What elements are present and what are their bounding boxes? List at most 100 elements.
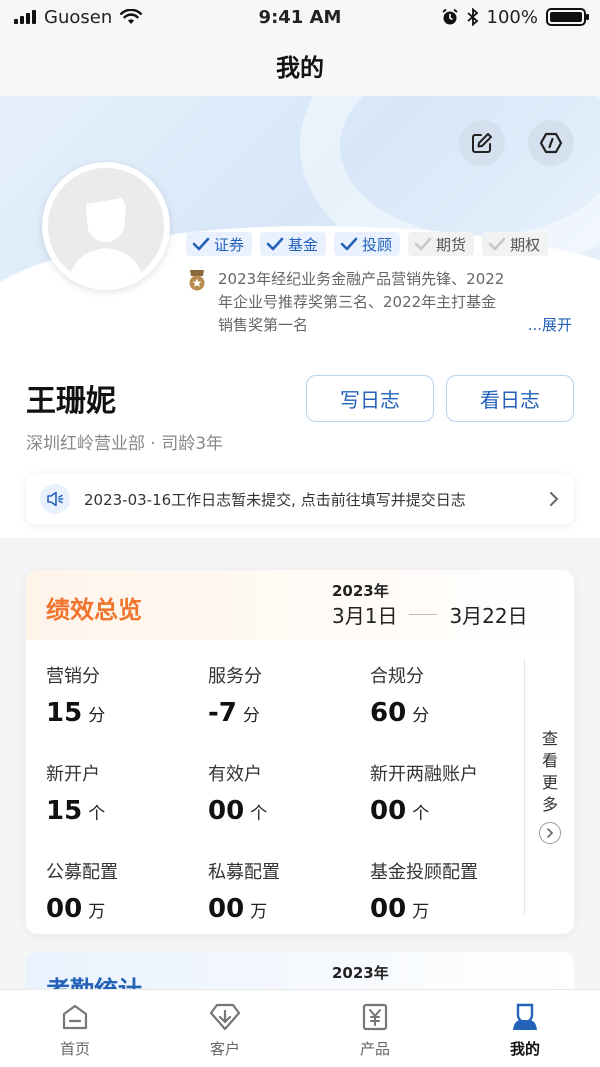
- metric-cell[interactable]: 有效户 00 个: [208, 760, 370, 826]
- metric-value: 15 个: [46, 796, 208, 826]
- branch-and-tenure: 深圳红岭营业部 · 司龄3年: [26, 434, 224, 454]
- metric-value: 60 分: [370, 698, 532, 728]
- edit-icon: [472, 133, 492, 153]
- carrier-name: Guosen: [44, 6, 113, 28]
- see-more-button[interactable]: 查看更多: [539, 728, 561, 844]
- battery-percent: 100%: [486, 6, 538, 28]
- edit-profile-button[interactable]: [459, 120, 505, 166]
- see-more-char: 多: [541, 795, 558, 814]
- page-title: 我的: [276, 53, 324, 82]
- badge-label: 基金: [288, 235, 319, 254]
- metric-label: 私募配置: [208, 862, 280, 883]
- qualification-badges: 证券 基金 投顾 期货 期权: [186, 232, 549, 256]
- range-separator: [409, 614, 438, 615]
- medal-icon: [189, 270, 205, 291]
- badge-label: 期货: [436, 235, 467, 254]
- metric-label: 服务分: [208, 666, 262, 687]
- metric-label: 公募配置: [46, 862, 118, 883]
- metric-cell[interactable]: 私募配置 00 万: [208, 858, 370, 924]
- performance-card: 绩效总览 2023年 3月1日 3月22日 营销分 15 分服务分 -7 分合规分 60 分…: [26, 570, 574, 934]
- metric-unit: 万: [250, 902, 268, 922]
- tab-bar: 首页 客户 产品 我的: [0, 989, 600, 1067]
- metric-cell[interactable]: 合规分 60 分: [370, 662, 532, 728]
- check-icon: [488, 237, 506, 251]
- view-log-button[interactable]: 看日志: [446, 375, 574, 422]
- metric-number: 00: [208, 796, 245, 826]
- performance-header: 绩效总览 2023年 3月1日 3月22日: [26, 570, 574, 640]
- user-name: 王珊妮: [26, 384, 116, 419]
- badge-2: 投顾: [334, 232, 401, 256]
- customer-icon: [209, 1003, 241, 1031]
- metric-cell[interactable]: 基金投顾配置 00 万: [370, 858, 532, 924]
- tab-home[interactable]: 首页: [0, 990, 150, 1067]
- metric-unit: 分: [242, 706, 260, 726]
- metric-unit: 个: [412, 804, 430, 824]
- metric-unit: 万: [412, 902, 430, 922]
- metric-number: 00: [208, 894, 245, 924]
- performance-title: 绩效总览: [46, 596, 142, 624]
- metric-label: 有效户: [208, 764, 262, 785]
- nav-bar: 我的: [0, 34, 600, 96]
- badge-label: 期权: [510, 235, 541, 254]
- metric-number: -7: [208, 698, 237, 728]
- reminder-text: 2023-03-16工作日志暂未提交, 点击前往填写并提交日志: [84, 490, 466, 509]
- tab-profile[interactable]: 我的: [450, 990, 600, 1067]
- metric-label: 新开户: [46, 764, 100, 785]
- metric-cell[interactable]: 公募配置 00 万: [46, 858, 208, 924]
- metric-number: 15: [46, 796, 83, 826]
- range-start: 3月1日: [332, 604, 398, 628]
- log-reminder-banner[interactable]: 2023-03-16工作日志暂未提交, 点击前往填写并提交日志: [26, 474, 574, 524]
- metric-cell[interactable]: 新开两融账户 00 个: [370, 760, 532, 826]
- divider: [524, 658, 525, 914]
- metric-cell[interactable]: 服务分 -7 分: [208, 662, 370, 728]
- tab-label: 客户: [209, 1040, 240, 1058]
- range-end: 3月22日: [449, 604, 528, 628]
- badge-0: 证券: [186, 232, 253, 256]
- default-avatar-icon: [48, 168, 164, 284]
- avatar[interactable]: [42, 162, 170, 290]
- tab-label: 我的: [509, 1040, 540, 1058]
- tab-customer[interactable]: 客户: [150, 990, 300, 1067]
- settings-icon: [539, 132, 563, 154]
- tab-label: 首页: [59, 1040, 90, 1058]
- metric-label: 新开两融账户: [370, 764, 478, 785]
- metric-cell[interactable]: 营销分 15 分: [46, 662, 208, 728]
- alarm-icon: [441, 8, 458, 25]
- see-more-char: 看: [541, 751, 558, 770]
- badge-4: 期权: [482, 232, 549, 256]
- badge-label: 投顾: [362, 235, 393, 254]
- battery-icon: [546, 8, 589, 26]
- metric-unit: 分: [412, 706, 430, 726]
- product-icon: [362, 1003, 388, 1031]
- metric-unit: 万: [88, 902, 106, 922]
- metric-unit: 个: [88, 804, 106, 824]
- metric-value: 00 万: [208, 894, 370, 924]
- metric-value: 15 分: [46, 698, 208, 728]
- metric-number: 15: [46, 698, 83, 728]
- tab-product[interactable]: 产品: [300, 990, 450, 1067]
- performance-year: 2023年: [332, 582, 389, 600]
- see-more-char: 查: [541, 729, 558, 748]
- attendance-year: 2023年: [332, 964, 389, 982]
- performance-date-range[interactable]: 3月1日 3月22日: [332, 600, 528, 629]
- badge-1: 基金: [260, 232, 327, 256]
- metric-unit: 分: [88, 706, 106, 726]
- honors-text: 2023年经纪业务金融产品营销先锋、2022年企业号推荐奖第三名、2022年主打…: [218, 270, 505, 334]
- chevron-right-icon: [539, 822, 561, 844]
- expand-link[interactable]: ...展开: [528, 314, 572, 335]
- metric-unit: 个: [250, 804, 268, 824]
- see-more-char: 更: [541, 773, 558, 792]
- status-bar: Guosen 9:41 AM 100%: [0, 0, 600, 34]
- metric-value: 00 个: [208, 796, 370, 826]
- honors-row: 2023年经纪业务金融产品营销先锋、2022年企业号推荐奖第三名、2022年主打…: [186, 268, 576, 337]
- profile-icon: [513, 1003, 537, 1030]
- speaker-icon: [40, 484, 70, 514]
- write-log-button[interactable]: 写日志: [306, 375, 434, 422]
- check-icon: [340, 237, 358, 251]
- metric-number: 00: [370, 796, 407, 826]
- settings-button[interactable]: [528, 120, 574, 166]
- metric-cell[interactable]: 新开户 15 个: [46, 760, 208, 826]
- bluetooth-icon: [466, 8, 478, 26]
- check-icon: [266, 237, 284, 251]
- chevron-right-icon: [550, 492, 559, 506]
